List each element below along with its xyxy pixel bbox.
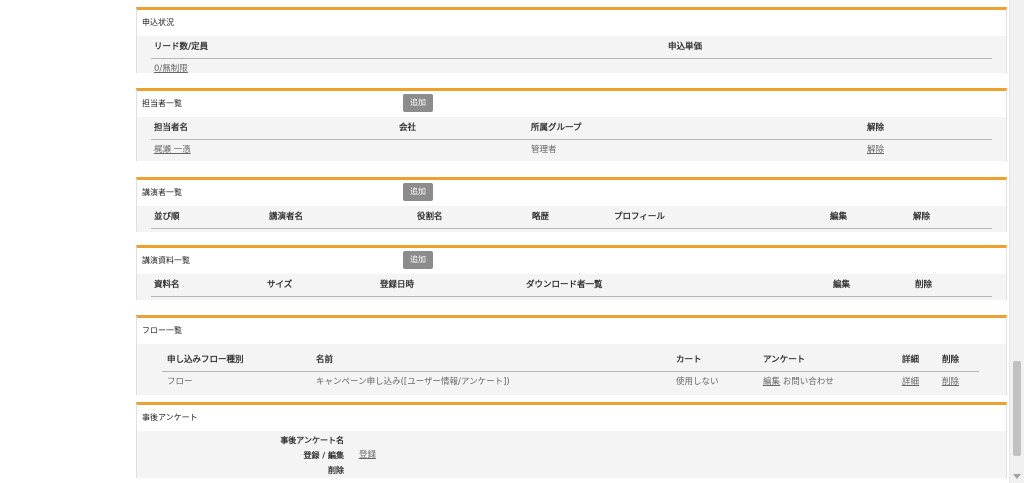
post-survey-register-row: 登録 / 編集 登録	[137, 448, 1006, 463]
flow-cart: 使用しない	[676, 377, 719, 387]
col-edit: 編集	[833, 280, 851, 290]
col-bio: 略歴	[532, 212, 550, 222]
panel-header: 講演資料一覧 追加	[137, 248, 1006, 274]
panel-header: 講演者一覧 追加	[137, 180, 1006, 206]
manager-list-panel: 担当者一覧 追加 担当者名 会社 所属グループ 解除 梶瀬 一憑 管理者 解除	[136, 88, 1007, 161]
col-release: 解除	[867, 123, 885, 133]
survey-edit-link[interactable]: 編集	[763, 377, 780, 387]
post-survey-delete-row: 削除	[137, 463, 1006, 478]
survey-name: お問い合わせ	[782, 377, 834, 387]
post-survey-delete-label: 削除	[328, 466, 344, 475]
col-flow-type: 申し込みフロー種別	[167, 355, 244, 365]
col-group: 所属グループ	[531, 123, 582, 133]
material-list-panel: 講演資料一覧 追加 資料名 サイズ 登録日時 ダウンロード者一覧 編集 削除	[136, 245, 1007, 300]
flow-name: キャンペーン申し込み([ユーザー情報/アンケート])	[316, 377, 510, 387]
table-header: 資料名 サイズ 登録日時 ダウンロード者一覧 編集 削除	[151, 274, 992, 297]
col-name: 名前	[316, 355, 334, 365]
survey-cell: 編集 お問い合わせ	[763, 372, 834, 392]
manager-group: 管理者	[531, 145, 557, 155]
panel-header: 担当者一覧 追加	[137, 91, 1006, 117]
col-detail: 詳細	[902, 355, 920, 365]
lead-capacity-link[interactable]: 0/無制限	[154, 59, 188, 79]
add-speaker-button[interactable]: 追加	[403, 183, 433, 201]
col-survey: アンケート	[763, 355, 806, 365]
col-edit: 編集	[830, 212, 848, 222]
manager-name-link[interactable]: 梶瀬 一憑	[154, 140, 191, 160]
col-speaker-name: 講演者名	[269, 212, 304, 222]
flow-list-panel: フロー一覧 申し込みフロー種別 名前 カート アンケート 詳細 削除 フロー キ…	[136, 315, 1007, 395]
panel-title: 担当者一覧	[142, 99, 182, 108]
application-status-panel: 申込状況 リード数/定員 申込単価 0/無制限	[136, 7, 1007, 74]
panel-title: 講演者一覧	[142, 188, 182, 197]
main-content: 申込状況 リード数/定員 申込単価 0/無制限 担当者一覧 追加 担当者名 会社…	[136, 0, 1007, 483]
col-delete: 削除	[942, 355, 960, 365]
table-row: 0/無制限	[151, 59, 992, 79]
col-lead-capacity: リード数/定員	[154, 42, 209, 52]
col-role: 役割名	[417, 212, 443, 222]
col-material-name: 資料名	[154, 280, 180, 290]
table-header: 担当者名 会社 所属グループ 解除	[151, 117, 992, 140]
add-manager-button[interactable]: 追加	[403, 94, 433, 112]
post-survey-panel: 事後アンケート 事後アンケート名 登録 / 編集 登録 削除	[136, 402, 1007, 478]
flow-detail-link[interactable]: 詳細	[902, 372, 919, 392]
panel-title: フロー一覧	[137, 318, 1006, 344]
col-release: 解除	[913, 212, 931, 222]
flow-type: フロー	[167, 377, 193, 387]
release-link[interactable]: 解除	[867, 140, 884, 160]
col-manager-name: 担当者名	[154, 123, 189, 133]
col-registered-at: 登録日時	[380, 280, 415, 290]
table-header: リード数/定員 申込単価	[151, 36, 992, 59]
scroll-down-arrow-icon[interactable]	[1013, 474, 1021, 479]
vertical-scrollbar[interactable]	[1009, 0, 1024, 483]
col-profile: プロフィール	[614, 212, 665, 222]
add-material-button[interactable]: 追加	[403, 251, 433, 269]
col-size: サイズ	[267, 280, 293, 290]
post-survey-register-link[interactable]: 登録	[359, 448, 376, 463]
col-delete: 削除	[915, 280, 933, 290]
col-order: 並び順	[154, 212, 180, 222]
col-company: 会社	[399, 123, 417, 133]
post-survey-register-label: 登録 / 編集	[303, 451, 345, 460]
panel-title: 講演資料一覧	[142, 256, 190, 265]
speaker-list-panel: 講演者一覧 追加 並び順 講演者名 役割名 略歴 プロフィール 編集 解除	[136, 177, 1007, 232]
panel-title: 事後アンケート	[137, 405, 1006, 431]
flow-delete-link[interactable]: 削除	[942, 372, 959, 392]
col-cart: カート	[676, 355, 702, 365]
col-unit-price: 申込単価	[668, 42, 703, 52]
post-survey-name-row: 事後アンケート名	[137, 433, 1006, 448]
col-downloaders: ダウンロード者一覧	[526, 280, 603, 290]
table-header: 申し込みフロー種別 名前 カート アンケート 詳細 削除	[162, 349, 979, 372]
table-header: 並び順 講演者名 役割名 略歴 プロフィール 編集 解除	[151, 206, 992, 229]
scrollbar-thumb[interactable]	[1013, 361, 1021, 456]
table-row: フロー キャンペーン申し込み([ユーザー情報/アンケート]) 使用しない 編集 …	[162, 372, 979, 392]
panel-title: 申込状況	[137, 10, 1006, 36]
table-row: 梶瀬 一憑 管理者 解除	[151, 140, 992, 160]
post-survey-name-label: 事後アンケート名	[280, 436, 344, 445]
